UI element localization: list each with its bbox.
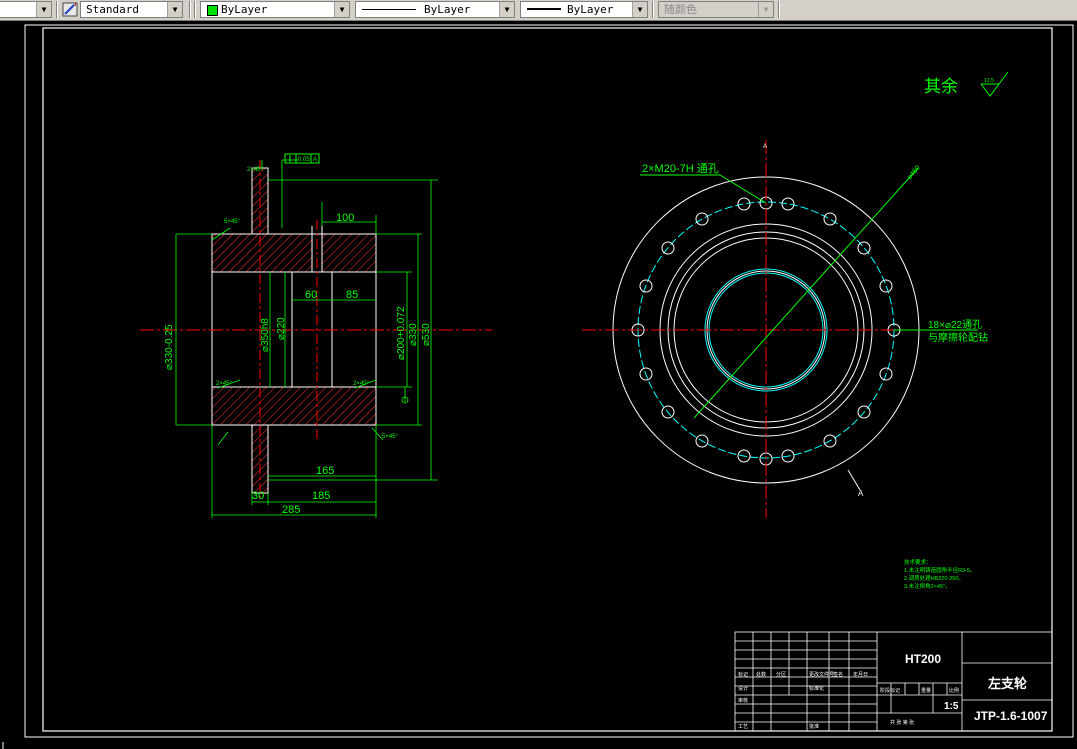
section-view: 0.05 A 100 60 85 165 185 30 285 ⌀330-0.2… <box>140 153 492 518</box>
chamfer-label: 5×45° <box>224 219 241 225</box>
chamfer-label: 2×45° <box>353 381 370 387</box>
plotstyle-dropdown[interactable]: 随颜色 ▼ <box>658 1 774 18</box>
chevron-down-icon[interactable]: ▼ <box>632 2 647 17</box>
tb-zone: 分区 <box>776 671 786 678</box>
dim-185: 185 <box>312 490 330 502</box>
tb-standard: 标准化 <box>809 685 824 692</box>
dim-dia330tol: ⌀330-0.25 <box>164 324 175 370</box>
tb-check: 审核 <box>738 697 748 704</box>
tb-date: 年月日 <box>853 671 868 678</box>
text-style-icon[interactable] <box>62 2 78 17</box>
toolbar-separator <box>194 1 196 18</box>
drawing-canvas[interactable]: 其余 12.5 0.05 A 100 60 85 165 185 30 285 … <box>0 20 1077 749</box>
dim-100: 100 <box>336 212 354 224</box>
tb-sheets: 共 张 第 张 <box>890 719 914 726</box>
text-style-value: Standard <box>86 3 139 16</box>
scale: 1:5 <box>944 701 959 712</box>
hatch-bottom <box>211 386 377 426</box>
section-mark-top: A <box>763 144 767 150</box>
dim-30: 30 <box>252 490 264 502</box>
toolbar-separator <box>778 1 780 18</box>
prev-dropdown-tail[interactable]: ▼ <box>0 1 52 18</box>
tb-weight: 重量 <box>921 687 931 694</box>
text-style-dropdown[interactable]: Standard ▼ <box>80 1 183 18</box>
lineweight-value: ByLayer <box>567 3 614 16</box>
tb-mark: 标记 <box>738 671 748 678</box>
lineweight-dropdown[interactable]: ByLayer ▼ <box>520 1 648 18</box>
material: HT200 <box>905 652 941 666</box>
drawing-number: JTP-1.6-1007 <box>974 709 1048 723</box>
toolbar-separator <box>652 1 654 18</box>
properties-toolbar: ▼ Standard ▼ ByLayer ▼ ByLayer ▼ ByLayer… <box>0 0 1077 21</box>
color-dropdown[interactable]: ByLayer ▼ <box>200 1 350 18</box>
tol-value: 0.05 <box>298 157 310 163</box>
chevron-down-icon[interactable]: ▼ <box>167 2 182 17</box>
dim-dia530: ⌀530 <box>421 323 432 346</box>
dim-285: 285 <box>282 504 300 516</box>
dim-85: 85 <box>346 289 358 301</box>
chamfer-label: 5×45° <box>382 434 399 440</box>
linetype-preview <box>362 9 416 10</box>
tb-change: 更改文件号 <box>809 671 834 678</box>
notes-line2: 2.调质处理HB220-250。 <box>904 574 964 582</box>
end-view: ⌀450 2×M20-7H 通孔 18×⌀22通孔 与摩擦轮配钻 A A <box>582 140 988 518</box>
toolbar-separator <box>189 1 191 18</box>
section-mark-bottom: A <box>858 489 864 498</box>
chevron-down-icon[interactable]: ▼ <box>334 2 349 17</box>
toolbar-separator <box>56 1 58 18</box>
dim-dia350: ⌀350h8 <box>260 318 271 352</box>
chevron-down-icon[interactable]: ▼ <box>499 2 514 17</box>
tb-scale-label: 比例 <box>949 687 959 694</box>
dim-dia450: ⌀450 <box>906 165 922 182</box>
notes-line1: 1.未注明铸造圆角半径R3-5。 <box>904 566 976 574</box>
chevron-down-icon[interactable]: ▼ <box>758 2 773 17</box>
section-arrow <box>847 469 861 491</box>
chamfer-label: 2×45° <box>247 167 264 173</box>
notes-title: 技术要求： <box>904 558 932 566</box>
tb-approve: 批准 <box>809 723 819 730</box>
color-value: ByLayer <box>221 3 268 16</box>
hatch-top <box>211 233 377 273</box>
holes-callout-2: 与摩擦轮配钻 <box>928 331 988 344</box>
chevron-down-icon[interactable]: ▼ <box>36 2 51 17</box>
outer-border <box>24 24 1074 738</box>
linetype-value: ByLayer <box>424 3 471 16</box>
datum-label: A <box>313 157 317 163</box>
linetype-dropdown[interactable]: ByLayer ▼ <box>355 1 515 18</box>
thread-callout: 2×M20-7H 通孔 <box>642 162 719 175</box>
inner-border <box>42 27 1053 732</box>
dim-dia200: ⌀200+0.072 <box>396 306 407 360</box>
notes-line3: 3.未注倒角2×45°。 <box>904 582 951 590</box>
roughness-value: 12.5 <box>984 78 994 84</box>
lineweight-preview <box>527 8 561 10</box>
dim-60: 60 <box>305 289 317 301</box>
plotstyle-value: 随颜色 <box>664 3 697 16</box>
dim-dia330: ⌀330 <box>408 323 419 346</box>
chamfer-label: 2×45° <box>216 381 233 387</box>
tb-count: 处数 <box>756 671 766 678</box>
holes-callout-1: 18×⌀22通孔 <box>928 319 982 331</box>
tb-sign: 签名 <box>833 671 843 678</box>
tb-design: 设计 <box>738 685 748 692</box>
roughness-symbol: 12.5 <box>980 71 1009 97</box>
color-swatch <box>207 5 218 16</box>
tech-notes: 技术要求： 1.未注明铸造圆角半径R3-5。 2.调质处理HB220-250。 … <box>904 558 976 590</box>
part-name: 左支轮 <box>988 676 1027 691</box>
tb-stage: 阶段标记 <box>880 687 900 694</box>
dim-dia220: ⌀220 <box>276 317 287 340</box>
dia-leader <box>693 167 919 419</box>
dim-165: 165 <box>316 465 334 477</box>
roughness-label: 其余 <box>924 77 958 96</box>
tb-process: 工艺 <box>738 724 748 730</box>
